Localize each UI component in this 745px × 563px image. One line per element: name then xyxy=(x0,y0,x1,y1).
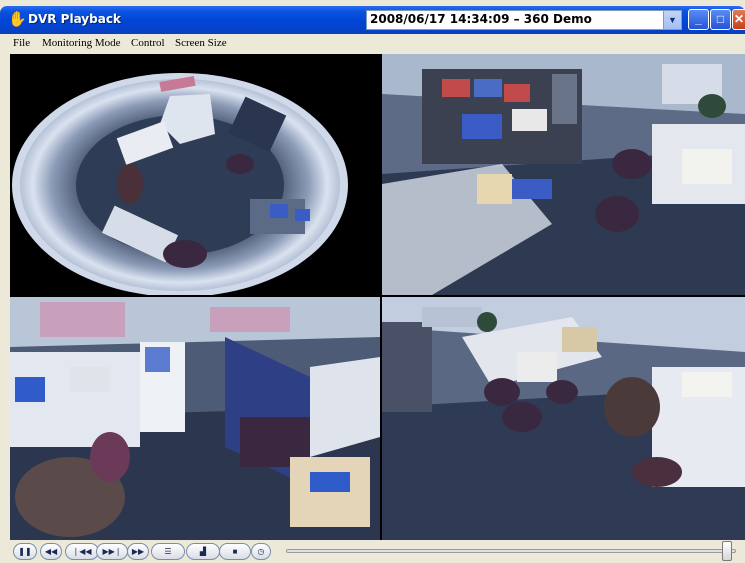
menu-control[interactable]: Control xyxy=(131,37,165,49)
playback-controls: ❚❚ ◀◀ ❘◀◀ ▶▶❘ ▶▶ ☰ ▟ ■ ◷ xyxy=(0,540,745,563)
seek-slider-thumb[interactable] xyxy=(721,541,732,561)
list-button[interactable]: ☰ xyxy=(151,543,185,560)
pause-icon: ❚❚ xyxy=(18,547,32,556)
list-icon: ☰ xyxy=(164,547,172,556)
snapshot-button[interactable]: ▟ xyxy=(186,543,220,560)
skip-back-icon: ❘◀◀ xyxy=(72,547,92,556)
stop-icon: ■ xyxy=(232,547,238,556)
camera-view-3[interactable] xyxy=(10,297,380,540)
fast-forward-icon: ▶▶ xyxy=(131,547,145,556)
snapshot-icon: ▟ xyxy=(199,547,207,556)
clip-select-value: 2008/06/17 14:34:09 – 360 Demo xyxy=(370,12,592,26)
skip-back-button[interactable]: ❘◀◀ xyxy=(65,543,99,560)
chevron-down-icon[interactable]: ▼ xyxy=(663,11,681,29)
skip-forward-icon: ▶▶❘ xyxy=(102,547,122,556)
camera-2-image xyxy=(382,54,745,295)
camera-view-fisheye[interactable] xyxy=(10,54,380,295)
clock-icon: ◷ xyxy=(257,547,265,556)
stop-button[interactable]: ■ xyxy=(219,543,251,560)
clip-select[interactable]: 2008/06/17 14:34:09 – 360 Demo ▼ xyxy=(366,10,682,30)
menu-file[interactable]: File xyxy=(13,37,30,49)
rewind-icon: ◀◀ xyxy=(44,547,58,556)
camera-4-image xyxy=(382,297,745,540)
maximize-icon: □ xyxy=(716,12,725,26)
minimize-button[interactable]: _ xyxy=(688,9,709,30)
rewind-button[interactable]: ◀◀ xyxy=(40,543,62,560)
menu-monitoring-mode[interactable]: Monitoring Mode xyxy=(42,37,121,49)
clock-button[interactable]: ◷ xyxy=(251,543,271,560)
camera-view-2[interactable] xyxy=(382,54,745,295)
close-button[interactable]: ✕ xyxy=(732,9,745,30)
window-title: DVR Playback xyxy=(28,12,121,26)
camera-3-image xyxy=(10,297,380,540)
fisheye-image xyxy=(12,73,348,295)
skip-forward-button[interactable]: ▶▶❘ xyxy=(96,543,128,560)
dvr-window: ✋ DVR Playback 2008/06/17 14:34:09 – 360… xyxy=(0,0,745,563)
pause-button[interactable]: ❚❚ xyxy=(13,543,37,560)
fast-forward-button[interactable]: ▶▶ xyxy=(127,543,149,560)
video-grid xyxy=(10,54,745,540)
menu-bar: File Monitoring Mode Control Screen Size xyxy=(0,34,745,54)
title-bar[interactable]: ✋ DVR Playback 2008/06/17 14:34:09 – 360… xyxy=(0,6,745,34)
camera-view-4[interactable] xyxy=(382,297,745,540)
minimize-icon: _ xyxy=(695,12,702,26)
menu-screen-size[interactable]: Screen Size xyxy=(175,37,227,49)
hand-icon: ✋ xyxy=(8,11,27,28)
maximize-button[interactable]: □ xyxy=(710,9,731,30)
close-icon: ✕ xyxy=(733,12,745,26)
seek-track[interactable] xyxy=(286,549,736,553)
